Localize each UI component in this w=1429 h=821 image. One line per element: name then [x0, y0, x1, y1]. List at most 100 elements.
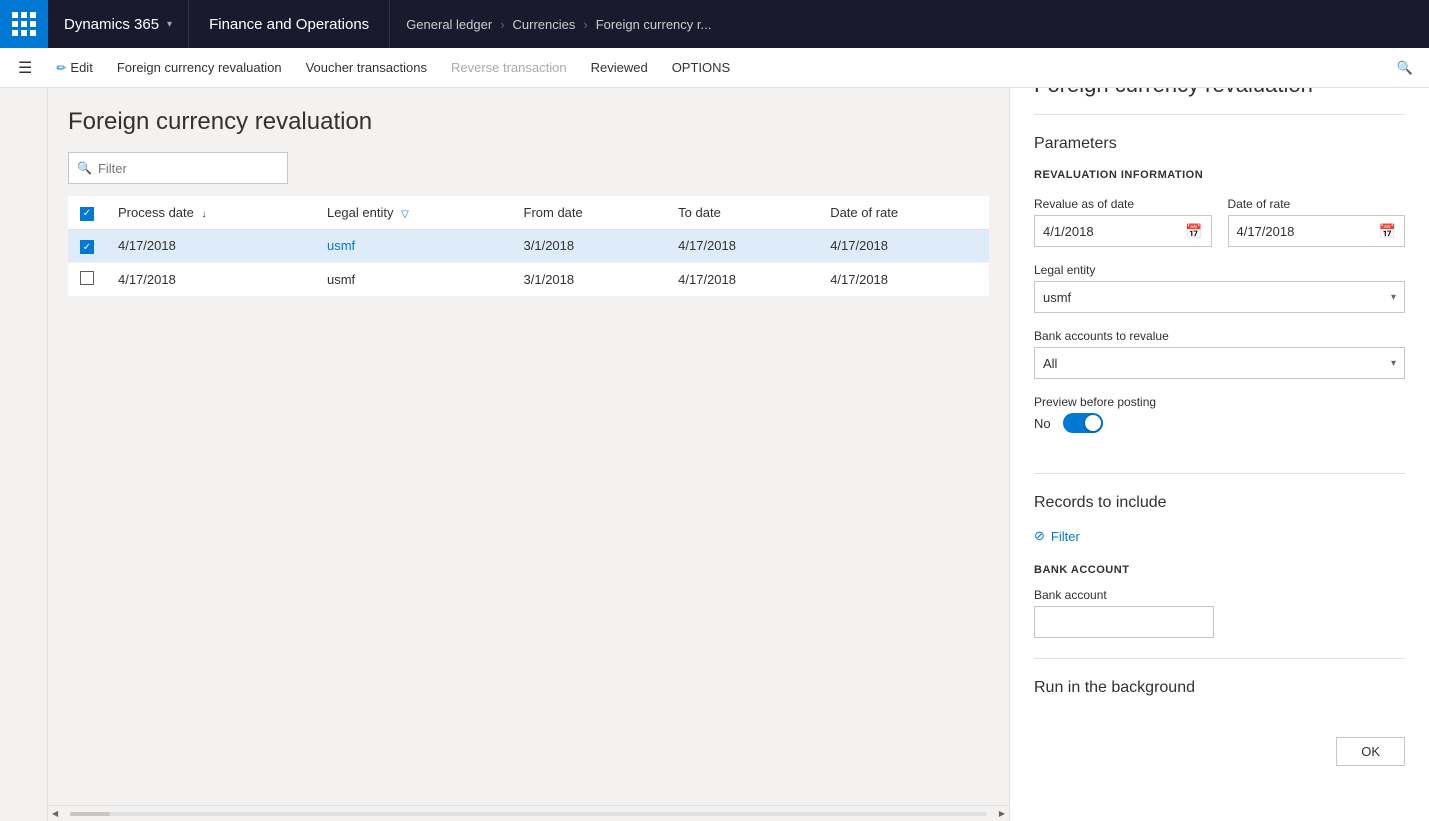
table-header-row: ✓ Process date ↓ Legal entity ▽ From dat…	[68, 196, 989, 229]
bank-accounts-label: Bank accounts to revalue	[1034, 329, 1405, 343]
edit-icon: ✏	[56, 61, 66, 75]
reviewed-label: Reviewed	[591, 60, 648, 75]
filter-input-wrap: 🔍	[68, 152, 288, 184]
row2-date-of-rate: 4/17/2018	[818, 263, 989, 297]
voucher-transactions-button[interactable]: Voucher transactions	[296, 52, 437, 84]
row1-date-of-rate: 4/17/2018	[818, 229, 989, 263]
date-of-rate-calendar-icon[interactable]: 📅	[1379, 223, 1396, 240]
page-title: Foreign currency revaluation	[68, 108, 989, 136]
filter-search-icon: 🔍	[77, 161, 92, 175]
row1-to-date: 4/17/2018	[666, 229, 818, 263]
scroll-track	[70, 812, 987, 816]
scroll-thumb	[70, 812, 110, 816]
reviewed-button[interactable]: Reviewed	[581, 52, 658, 84]
breadcrumb-item-2[interactable]: Currencies	[513, 17, 576, 32]
preview-toggle-label: No	[1034, 416, 1051, 431]
action-bar: ☰ ✏ Edit Foreign currency revaluation Vo…	[0, 48, 1429, 88]
revalue-as-of-date-label: Revalue as of date	[1034, 197, 1212, 211]
horizontal-scrollbar[interactable]: ◀ ▶	[48, 805, 1009, 821]
nav-module: Finance and Operations	[189, 0, 390, 48]
table-row[interactable]: 4/17/2018 usmf 3/1/2018 4/17/2018 4/17/2…	[68, 263, 989, 297]
row2-from-date: 3/1/2018	[512, 263, 667, 297]
row1-legal-entity-link[interactable]: usmf	[327, 238, 355, 253]
filter-input[interactable]	[98, 161, 279, 176]
revalue-as-of-date-input[interactable]	[1043, 224, 1181, 239]
col-from-date[interactable]: From date	[512, 196, 667, 229]
left-sidebar: ⊘	[0, 48, 48, 821]
hamburger-button[interactable]: ☰	[8, 52, 42, 84]
row1-check[interactable]: ✓	[68, 229, 106, 263]
revalue-as-of-date-field: Revalue as of date 📅	[1034, 197, 1212, 247]
run-in-background-title: Run in the background	[1034, 679, 1405, 697]
row1-checkbox[interactable]: ✓	[80, 240, 94, 254]
brand-text: Dynamics 365	[64, 16, 159, 33]
bank-account-label: Bank account	[1034, 588, 1405, 602]
hamburger-icon: ☰	[18, 58, 32, 78]
legal-entity-select-wrap: usmf usrt gbsi ▾	[1034, 281, 1405, 313]
legal-entity-field: Legal entity usmf usrt gbsi ▾	[1034, 263, 1405, 313]
preview-toggle[interactable]	[1063, 413, 1103, 433]
date-of-rate-label: Date of rate	[1228, 197, 1406, 211]
breadcrumb-item-3: Foreign currency r...	[596, 17, 712, 32]
col-legal-entity[interactable]: Legal entity ▽	[315, 196, 512, 229]
bank-account-input[interactable]	[1043, 615, 1205, 630]
date-of-rate-input-wrap: 📅	[1228, 215, 1406, 247]
legal-entity-select[interactable]: usmf usrt gbsi	[1035, 282, 1404, 312]
parameters-label: Parameters	[1034, 135, 1405, 153]
apps-button[interactable]	[0, 0, 48, 48]
breadcrumb-sep-2: ›	[583, 17, 587, 32]
filter-link-label: Filter	[1051, 529, 1080, 544]
legal-entity-label: Legal entity	[1034, 263, 1405, 277]
scroll-left-arrow[interactable]: ◀	[48, 809, 62, 818]
revalue-as-of-date-input-wrap: 📅	[1034, 215, 1212, 247]
edit-label: Edit	[70, 60, 92, 75]
table-row[interactable]: ✓ 4/17/2018 usmf 3/1/2018 4/17/2018 4/17…	[68, 229, 989, 263]
row2-check[interactable]	[68, 263, 106, 297]
bank-account-input-wrap	[1034, 606, 1214, 638]
foreign-currency-label: Foreign currency revaluation	[117, 60, 282, 75]
preview-label: Preview before posting	[1034, 395, 1405, 409]
options-label: OPTIONS	[672, 60, 731, 75]
select-all-checkbox[interactable]: ✓	[80, 207, 94, 221]
module-text: Finance and Operations	[209, 16, 369, 33]
reverse-transaction-button[interactable]: Reverse transaction	[441, 52, 577, 84]
row1-legal-entity: usmf	[315, 229, 512, 263]
breadcrumb: General ledger › Currencies › Foreign cu…	[390, 0, 727, 48]
revalue-date-calendar-icon[interactable]: 📅	[1185, 223, 1202, 240]
bank-account-field: Bank account	[1034, 588, 1405, 638]
preview-toggle-row: No	[1034, 413, 1405, 433]
preview-field: Preview before posting No	[1034, 395, 1405, 453]
sort-arrow-process-date: ↓	[202, 209, 207, 220]
breadcrumb-item-1[interactable]: General ledger	[406, 17, 492, 32]
row2-checkbox[interactable]	[80, 271, 94, 285]
row1-process-date: 4/17/2018	[106, 229, 315, 263]
search-button[interactable]: 🔍	[1389, 52, 1421, 84]
brand-arrow: ▾	[167, 19, 172, 30]
scroll-right-arrow[interactable]: ▶	[995, 809, 1009, 818]
col-to-date[interactable]: To date	[666, 196, 818, 229]
options-button[interactable]: OPTIONS	[662, 52, 741, 84]
date-of-rate-input[interactable]	[1237, 224, 1375, 239]
ok-button[interactable]: OK	[1336, 737, 1405, 766]
toggle-knob	[1085, 415, 1101, 431]
search-icon: 🔍	[1397, 60, 1413, 76]
filter-link[interactable]: ⊘ Filter	[1034, 528, 1405, 544]
col-date-of-rate[interactable]: Date of rate	[818, 196, 989, 229]
filter-link-icon: ⊘	[1034, 528, 1045, 544]
date-of-rate-field: Date of rate 📅	[1228, 197, 1406, 247]
row2-legal-entity: usmf	[315, 263, 512, 297]
top-nav: Dynamics 365 ▾ Finance and Operations Ge…	[0, 0, 1429, 48]
col-process-date[interactable]: Process date ↓	[106, 196, 315, 229]
edit-button[interactable]: ✏ Edit	[46, 52, 102, 84]
bank-account-section: BANK ACCOUNT Bank account	[1034, 564, 1405, 638]
row1-from-date: 3/1/2018	[512, 229, 667, 263]
reverse-transaction-label: Reverse transaction	[451, 60, 567, 75]
bank-accounts-field: Bank accounts to revalue All Selected ▾	[1034, 329, 1405, 379]
nav-brand[interactable]: Dynamics 365 ▾	[48, 0, 189, 48]
bank-accounts-select[interactable]: All Selected	[1035, 348, 1404, 378]
row2-to-date: 4/17/2018	[666, 263, 818, 297]
foreign-currency-button[interactable]: Foreign currency revaluation	[107, 52, 292, 84]
bank-account-section-label: BANK ACCOUNT	[1034, 564, 1405, 576]
main-content: Foreign currency revaluation 🔍 ✓ Process…	[48, 88, 1009, 821]
bank-accounts-select-wrap: All Selected ▾	[1034, 347, 1405, 379]
